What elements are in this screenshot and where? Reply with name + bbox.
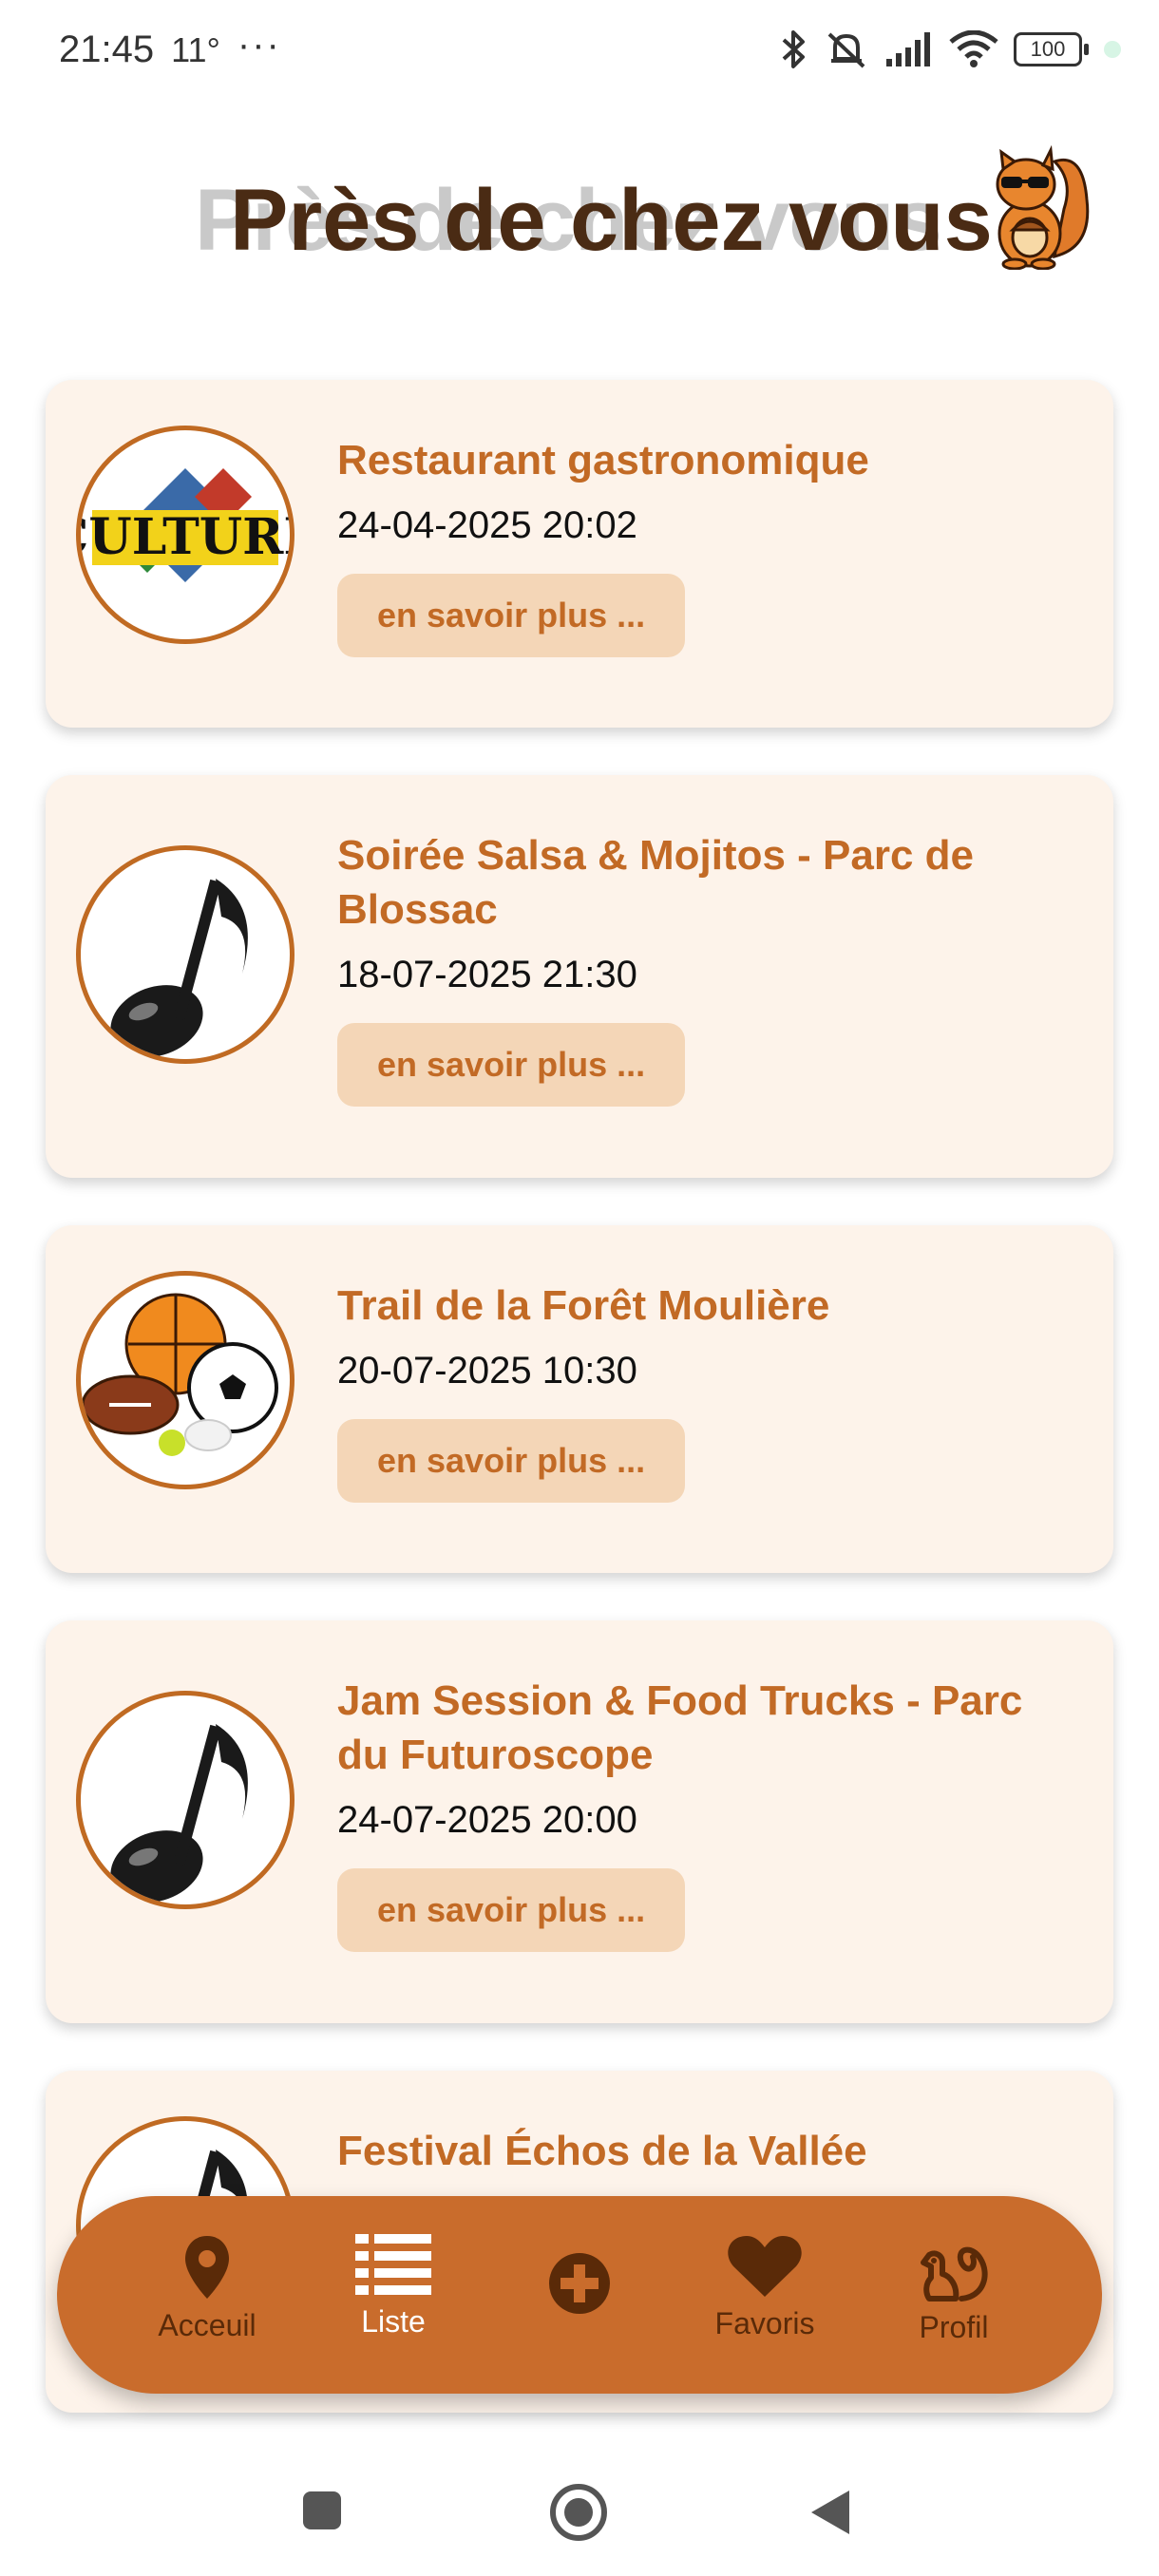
back-icon[interactable] (809, 2489, 851, 2536)
status-bar: 21:45 11° ··· 100 (0, 0, 1159, 104)
music-note-icon (76, 1691, 294, 1909)
nav-item-accueil[interactable]: Acceuil (131, 2234, 283, 2343)
page-header: Près de chez vous Près de chez vous (0, 142, 1159, 304)
more-info-button[interactable]: en savoir plus ... (337, 1419, 686, 1503)
music-note-icon (76, 845, 294, 1064)
event-card[interactable]: Soirée Salsa & Mojitos - Parc de Blossac… (46, 775, 1113, 1178)
event-date: 18-07-2025 21:30 (337, 954, 637, 995)
temperature: 11° (171, 29, 220, 69)
clock: 21:45 (59, 28, 155, 70)
nav-label: Acceuil (158, 2308, 256, 2342)
nav-item-add[interactable] (504, 2251, 656, 2316)
signal-icon (886, 32, 930, 66)
sports-balls-icon (76, 1271, 294, 1489)
event-title: Soirée Salsa & Mojitos - Parc de Blossac (337, 832, 975, 933)
event-title: Jam Session & Food Trucks - Parc du Futu… (337, 1677, 1023, 1778)
plus-circle-icon (549, 2253, 610, 2314)
recent-apps-icon[interactable] (300, 2489, 344, 2532)
event-title: Festival Échos de la Vallée (337, 2128, 867, 2174)
nav-label: Favoris (714, 2306, 815, 2340)
nav-item-favoris[interactable]: Favoris (689, 2234, 841, 2341)
more-notifications-icon: ··· (237, 24, 281, 66)
event-date: 24-04-2025 20:02 (337, 504, 637, 546)
squirrel-icon (921, 2246, 988, 2301)
battery-icon: 100 (1014, 32, 1089, 66)
event-card[interactable]: Jam Session & Food Trucks - Parc du Futu… (46, 1620, 1113, 2023)
event-title: Restaurant gastronomique (337, 437, 869, 483)
map-pin-icon (185, 2236, 229, 2299)
event-card[interactable]: Trail de la Forêt Moulière 20-07-2025 10… (46, 1225, 1113, 1573)
more-info-button[interactable]: en savoir plus ... (337, 1023, 686, 1107)
system-navigation-bar (0, 2470, 1159, 2576)
event-card[interactable]: CULTURE Restaurant gastronomique 24-04-2… (46, 380, 1113, 728)
nav-item-liste[interactable]: Liste (317, 2234, 469, 2339)
more-info-button[interactable]: en savoir plus ... (337, 574, 686, 657)
nav-item-profil[interactable]: Profil (878, 2234, 1030, 2345)
nav-label: Profil (919, 2310, 989, 2344)
event-title: Trail de la Forêt Moulière (337, 1282, 830, 1329)
more-info-button[interactable]: en savoir plus ... (337, 1868, 686, 1952)
bluetooth-icon (782, 30, 805, 68)
bottom-navigation: Acceuil Liste Favoris Profil (57, 2196, 1102, 2394)
page-title: Près de chez vous (230, 172, 993, 269)
wifi-icon (949, 30, 998, 67)
status-dot (1104, 41, 1121, 58)
mute-bell-icon (827, 32, 865, 68)
event-date: 24-07-2025 20:00 (337, 1799, 637, 1841)
event-date: 20-07-2025 10:30 (337, 1350, 637, 1392)
list-icon (355, 2234, 431, 2295)
svg-text:CULTURE: CULTURE (81, 508, 290, 566)
home-icon[interactable] (549, 2483, 608, 2542)
squirrel-sunglasses-icon (996, 144, 1090, 270)
culture-icon: CULTURE (76, 426, 294, 644)
nav-label: Liste (361, 2304, 426, 2339)
heart-icon (728, 2236, 802, 2297)
